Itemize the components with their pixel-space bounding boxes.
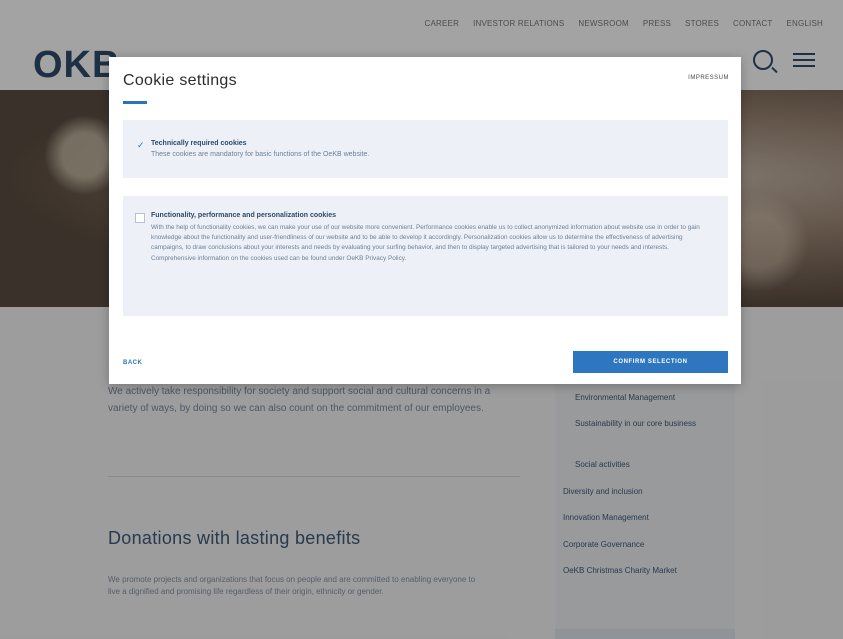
required-cookies-description: These cookies are mandatory for basic fu… xyxy=(151,151,370,158)
cookie-settings-dialog: Cookie settings IMPRESSUM ✓ Technically … xyxy=(109,57,741,384)
optional-cookies-description: With the help of functionality cookies, … xyxy=(151,224,700,262)
title-accent-line xyxy=(123,101,147,104)
back-button[interactable]: BACK xyxy=(123,360,142,366)
optional-cookies-title[interactable]: Functionality, performance and personali… xyxy=(151,212,336,219)
optional-cookies-checkbox[interactable] xyxy=(135,213,145,223)
required-cookies-title: Technically required cookies xyxy=(151,140,247,147)
required-cookies-section: ✓ Technically required cookies These coo… xyxy=(123,120,728,178)
optional-cookies-section: Functionality, performance and personali… xyxy=(123,196,728,316)
confirm-selection-button[interactable]: CONFIRM SELECTION xyxy=(573,351,728,373)
checkmark-icon: ✓ xyxy=(137,140,145,150)
dialog-title: Cookie settings xyxy=(123,72,237,89)
imprint-link[interactable]: IMPRESSUM xyxy=(688,75,729,81)
